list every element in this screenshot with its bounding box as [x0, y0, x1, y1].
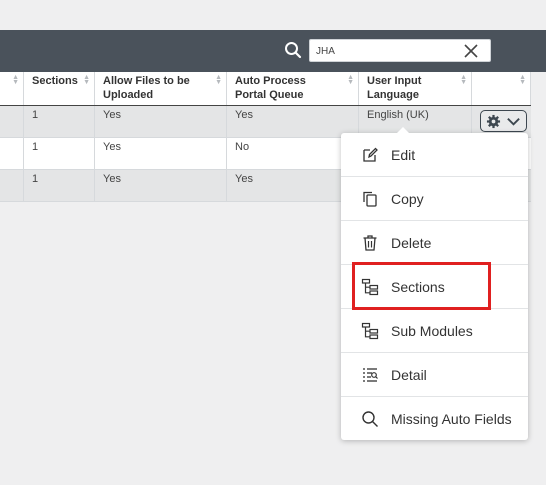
column-header-prev[interactable]: ▲ ▼	[0, 72, 24, 105]
trash-icon	[363, 235, 377, 251]
sort-icon: ▲ ▼	[460, 74, 467, 86]
menu-item-label: Sub Modules	[391, 323, 473, 339]
table-cell	[0, 106, 24, 137]
menu-item-label: Missing Auto Fields	[391, 411, 512, 427]
menu-item-copy[interactable]: Copy	[341, 177, 528, 221]
menu-item-missing-auto-fields[interactable]: Missing Auto Fields	[341, 397, 528, 441]
menu-item-detail[interactable]: Detail	[341, 353, 528, 397]
column-header-label: User Input Language	[367, 75, 422, 101]
table-cell: Yes	[95, 106, 227, 137]
table-cell: Yes	[95, 170, 227, 201]
gear-icon	[486, 114, 501, 129]
column-header-label: Sections	[32, 75, 78, 87]
table-cell: Yes	[95, 138, 227, 169]
table-cell: Yes	[227, 106, 359, 137]
search-icon	[362, 411, 378, 427]
menu-item-label: Edit	[391, 147, 416, 163]
table-cell: 1	[24, 170, 95, 201]
column-header-language[interactable]: User Input Language ▲ ▼	[359, 72, 472, 105]
search-icon[interactable]	[284, 41, 302, 59]
close-icon[interactable]	[463, 43, 479, 59]
sort-icon: ▲ ▼	[347, 74, 354, 86]
menu-item-edit[interactable]: Edit	[341, 133, 528, 177]
top-toolbar	[0, 30, 546, 72]
detail-list-icon	[363, 368, 378, 382]
hierarchy-icon	[361, 322, 379, 340]
sort-icon: ▲ ▼	[83, 74, 90, 86]
sort-icon: ▲ ▼	[519, 74, 526, 86]
menu-item-label: Copy	[391, 191, 424, 207]
chevron-down-icon	[507, 118, 520, 126]
menu-item-label: Detail	[391, 367, 427, 383]
menu-item-delete[interactable]: Delete	[341, 221, 528, 265]
table-cell: Yes	[227, 170, 359, 201]
column-header-allow-files[interactable]: Allow Files to be Uploaded ▲ ▼	[95, 72, 227, 105]
table-cell	[0, 138, 24, 169]
table-cell: 1	[24, 138, 95, 169]
table-cell: 1	[24, 106, 95, 137]
table-cell	[0, 170, 24, 201]
search-field[interactable]	[309, 39, 491, 62]
menu-item-label: Delete	[391, 235, 432, 251]
menu-item-sub-modules[interactable]: Sub Modules	[341, 309, 528, 353]
column-header-label: Auto Process Portal Queue	[235, 75, 306, 101]
column-header-auto-process[interactable]: Auto Process Portal Queue ▲ ▼	[227, 72, 359, 105]
sort-icon: ▲ ▼	[215, 74, 222, 86]
table-cell: No	[227, 138, 359, 169]
highlight-box	[352, 262, 491, 310]
column-header-actions[interactable]: ▲ ▼	[472, 72, 531, 105]
copy-icon	[363, 191, 377, 207]
sort-icon: ▲ ▼	[12, 74, 19, 86]
row-actions-button[interactable]	[480, 110, 527, 132]
search-input[interactable]	[316, 44, 456, 58]
edit-icon	[363, 147, 378, 162]
column-header-label: Allow Files to be Uploaded	[103, 75, 190, 101]
column-header-sections[interactable]: Sections ▲ ▼	[24, 72, 95, 105]
